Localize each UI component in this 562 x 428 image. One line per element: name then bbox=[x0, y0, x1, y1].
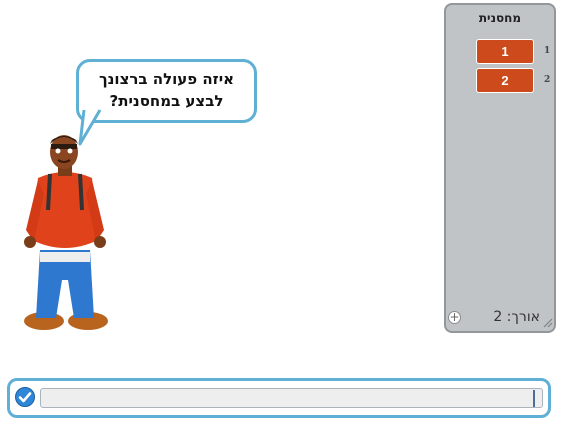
list-index: 1 bbox=[544, 46, 551, 56]
list-footer: + אורך: 2 bbox=[446, 307, 554, 329]
list-item[interactable]: 1 bbox=[476, 39, 534, 64]
ask-prompt bbox=[7, 378, 551, 418]
speech-bubble-line-1: איזה פעולה ברצונך bbox=[98, 70, 235, 88]
list-items[interactable]: 1 1 2 2 bbox=[476, 39, 552, 309]
list-title: מחסנית bbox=[478, 11, 522, 25]
resize-handle-icon[interactable] bbox=[541, 316, 553, 328]
boy-sprite[interactable] bbox=[18, 130, 110, 335]
add-item-icon[interactable]: + bbox=[448, 311, 461, 324]
checkmark-icon[interactable] bbox=[15, 387, 35, 407]
list-item[interactable]: 2 bbox=[476, 68, 534, 93]
answer-input[interactable] bbox=[40, 388, 543, 408]
speech-bubble-line-2: לבצע במחסנית? bbox=[109, 92, 224, 110]
list-length-label: אורך: 2 bbox=[493, 309, 540, 325]
text-caret bbox=[533, 390, 535, 407]
list-monitor[interactable]: מחסנית 1 1 2 2 + אורך: 2 bbox=[444, 3, 556, 333]
list-index: 2 bbox=[544, 75, 551, 85]
